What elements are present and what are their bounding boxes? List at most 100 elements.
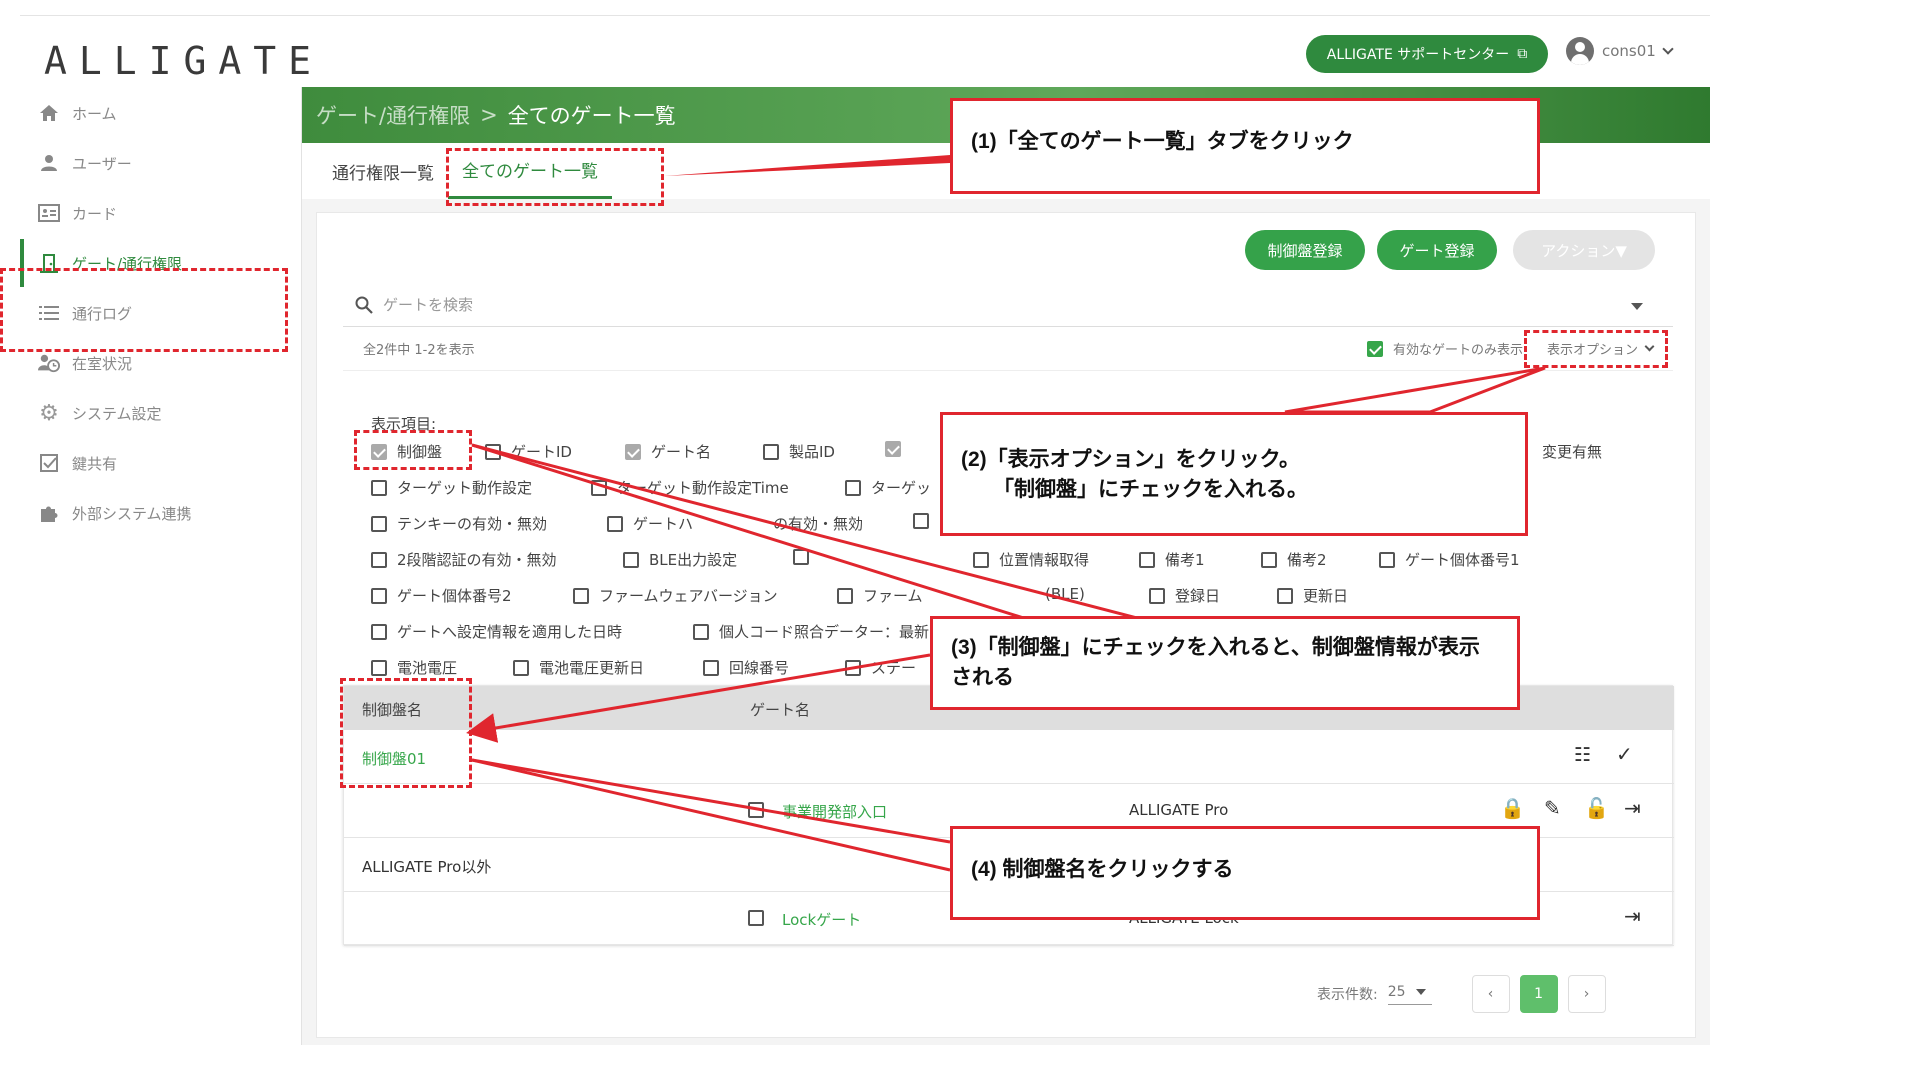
option-checkbox[interactable]	[845, 479, 861, 496]
option-serial2[interactable]: ゲート個体番号2	[371, 585, 512, 606]
option-checkbox[interactable]	[693, 623, 709, 640]
option-2fa[interactable]: 2段階認証の有効・無効	[371, 549, 557, 570]
option-checkbox[interactable]	[973, 551, 989, 568]
option-label: 変更有無	[1542, 443, 1603, 461]
option-gate-id[interactable]: ゲートID	[485, 441, 572, 462]
prev-page-button[interactable]: ‹	[1471, 975, 1510, 1013]
export-icon[interactable]: ⇥	[1624, 796, 1641, 820]
option-checkbox[interactable]	[607, 515, 623, 532]
option-checkbox[interactable]	[573, 587, 589, 604]
row-checkbox[interactable]	[748, 802, 764, 818]
puzzle-icon	[38, 502, 60, 524]
option-checkbox[interactable]	[623, 551, 639, 568]
controller-name[interactable]: ALLIGATE Pro以外	[362, 856, 491, 877]
option-checkbox[interactable]	[1379, 551, 1395, 568]
option-checkbox[interactable]	[703, 659, 719, 676]
gate-name-link[interactable]: 事業開発部入口	[782, 801, 887, 822]
product-name: ALLIGATE Pro	[1129, 801, 1229, 819]
row-checkbox[interactable]	[748, 910, 764, 926]
caret-down-icon[interactable]	[1631, 303, 1643, 310]
option-applied-time[interactable]: ゲートへ設定情報を適用した日時	[371, 621, 622, 642]
sidebar-item-external-integration[interactable]: 外部システム連携	[20, 489, 302, 537]
option-checkbox[interactable]	[625, 443, 641, 460]
callout-step-1: (1)「全てのゲート一覧」タブをクリック	[950, 98, 1540, 194]
list-check-icon[interactable]: ☷	[1574, 744, 1591, 766]
option-firmware-ble[interactable]: ファーム	[837, 585, 923, 606]
external-link-icon: ⧉	[1517, 46, 1528, 62]
search-placeholder: ゲートを検索	[383, 296, 474, 314]
page-button-current[interactable]: 1	[1519, 975, 1558, 1013]
option-line-number[interactable]: 回線番号	[703, 657, 789, 678]
action-button[interactable]: アクション▼	[1513, 230, 1655, 270]
option-change-flag[interactable]: 変更有無	[1542, 441, 1602, 462]
option-checkbox[interactable]	[1139, 551, 1155, 568]
option-checkbox[interactable]	[371, 587, 387, 604]
option-gate-partial[interactable]: ゲートハ	[607, 513, 693, 534]
option-checkbox[interactable]	[371, 479, 387, 496]
option-checkbox[interactable]	[885, 441, 901, 457]
option-target-action[interactable]: ターゲット動作設定	[371, 477, 532, 498]
option-checkbox[interactable]	[485, 443, 501, 460]
option-register-date[interactable]: 登録日	[1149, 585, 1220, 606]
search-input[interactable]: ゲートを検索	[343, 283, 1673, 327]
user-menu[interactable]: cons01	[1566, 37, 1674, 65]
option-checkbox[interactable]	[371, 659, 387, 676]
option-product-id[interactable]: 製品ID	[763, 441, 835, 462]
annotation-highlight-controller-column	[340, 678, 472, 788]
option-note2[interactable]: 備考2	[1261, 549, 1327, 570]
option-checkbox[interactable]	[793, 549, 809, 565]
tab-access-rights[interactable]: 通行権限一覧	[318, 143, 448, 199]
export-icon[interactable]: ⇥	[1624, 904, 1641, 928]
option-checkbox[interactable]	[845, 659, 861, 676]
option-status[interactable]: ステー	[845, 657, 916, 678]
option-checkbox[interactable]	[371, 623, 387, 640]
breadcrumb-parent[interactable]: ゲート/通行権限	[316, 100, 470, 130]
option-ble-output[interactable]: BLE出力設定	[623, 549, 737, 570]
option-checkbox[interactable]	[513, 659, 529, 676]
option-update-date[interactable]: 更新日	[1277, 585, 1348, 606]
option-checkbox[interactable]	[763, 443, 779, 460]
option-label: ゲート個体番号1	[1405, 551, 1520, 569]
option-checkbox[interactable]	[1149, 587, 1165, 604]
alligate-logo[interactable]: ALLIGATE	[44, 39, 323, 83]
lock-check-icon[interactable]: 🔒	[1500, 796, 1525, 820]
option-battery-update[interactable]: 電池電圧更新日	[513, 657, 644, 678]
sidebar-item-key-share[interactable]: 鍵共有	[20, 439, 302, 487]
option-checkbox[interactable]	[591, 479, 607, 496]
option-target-action-time[interactable]: ターゲット動作設定Time	[591, 477, 789, 498]
option-tenkey[interactable]: テンキーの有効・無効	[371, 513, 547, 534]
option-label: ターゲッ	[871, 479, 932, 497]
sidebar-item-home[interactable]: ホーム	[20, 89, 302, 137]
option-location[interactable]: 位置情報取得	[973, 549, 1089, 570]
edit-icon[interactable]: ✎	[1544, 796, 1561, 820]
option-note1[interactable]: 備考1	[1139, 549, 1205, 570]
check-circle-icon[interactable]: ✓	[1616, 742, 1633, 766]
per-page-select[interactable]: 25	[1387, 984, 1432, 1005]
option-firmware[interactable]: ファームウェアバージョン	[573, 585, 778, 606]
sidebar-item-users[interactable]: ユーザー	[20, 139, 302, 187]
option-checkbox[interactable]	[837, 587, 853, 604]
option-gate-name[interactable]: ゲート名	[625, 441, 711, 462]
sidebar-item-system-settings[interactable]: ⚙ システム設定	[20, 389, 302, 437]
gate-register-button[interactable]: ゲート登録	[1377, 230, 1497, 270]
option-checkbox[interactable]	[371, 515, 387, 532]
support-center-button[interactable]: ALLIGATE サポートセンター ⧉	[1306, 35, 1548, 73]
controller-register-button[interactable]: 制御盤登録	[1245, 230, 1365, 270]
option-battery[interactable]: 電池電圧	[371, 657, 457, 678]
option-checkbox[interactable]	[1261, 551, 1277, 568]
gate-name-link[interactable]: Lockゲート	[782, 909, 861, 930]
column-header-gate-name[interactable]: ゲート名	[750, 699, 810, 720]
unlock-icon[interactable]: 🔓	[1584, 796, 1609, 820]
option-hidden[interactable]	[885, 441, 911, 457]
option-personal-code[interactable]: 個人コード照合データー：最新	[693, 621, 929, 642]
option-target-partial[interactable]: ターゲッ	[845, 477, 931, 498]
option-checkbox[interactable]	[371, 551, 387, 568]
option-checkbox[interactable]	[913, 513, 929, 529]
option-hidden-3[interactable]	[793, 549, 819, 565]
next-page-button[interactable]: ›	[1567, 975, 1606, 1013]
active-only-checkbox[interactable]	[1366, 340, 1383, 357]
sidebar-item-cards[interactable]: カード	[20, 189, 302, 237]
option-serial1[interactable]: ゲート個体番号1	[1379, 549, 1520, 570]
option-checkbox[interactable]	[1277, 587, 1293, 604]
option-hidden-2[interactable]	[913, 513, 939, 529]
